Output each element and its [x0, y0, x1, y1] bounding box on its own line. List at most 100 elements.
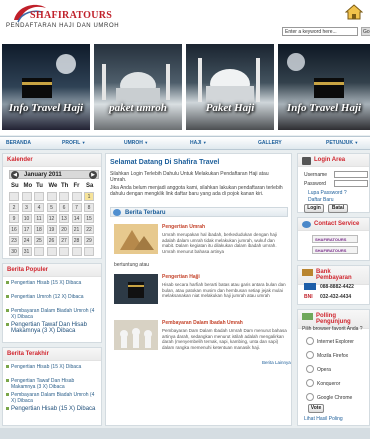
list-item[interactable]: Pengertian Tawaf Dan Hisab Makamnya (3 X… — [6, 322, 97, 334]
home-icon[interactable] — [345, 4, 363, 20]
batal-button[interactable]: Batal — [328, 204, 348, 213]
bullet-icon — [6, 295, 9, 298]
search-button[interactable]: Go — [361, 27, 370, 36]
berita-lainnya-link[interactable]: Berita Lainnya — [262, 360, 292, 366]
contact-icon — [302, 221, 311, 228]
news-text: Hisab secara harfiah berarti batas atau … — [162, 282, 286, 298]
password-field[interactable] — [334, 180, 368, 187]
banner-slide[interactable]: Info Travel Haji — [278, 44, 370, 130]
calendar-day[interactable]: 21 — [71, 225, 82, 234]
calendar-day[interactable]: 22 — [84, 225, 94, 234]
calendar-day[interactable]: 17 — [21, 225, 32, 234]
contact-panel: Contact Service SHAFIRATOURS SHAFIRATOUR… — [297, 217, 370, 261]
news-title[interactable]: Pembayaran Dalam Ibadah Umrah — [162, 320, 243, 326]
logo-name: SHAFIRATOURS — [30, 10, 113, 21]
bank-panel: Bank Pembayaran 088-8882-4422 BNI 032-43… — [297, 265, 370, 305]
list-item[interactable]: Pengertian Hisab (15 X) Dibaca — [6, 280, 97, 286]
next-month-icon[interactable]: ▶ — [89, 171, 97, 179]
list-item[interactable]: Pengertian Umroh (12 X) Dibaca — [6, 294, 97, 300]
ym-status-badge[interactable]: SHAFIRATOURS — [312, 235, 358, 243]
mosque-image — [102, 64, 170, 102]
calendar-day[interactable]: 10 — [21, 214, 32, 223]
calendar-day[interactable]: 14 — [71, 214, 82, 223]
calendar-day[interactable]: 7 — [71, 203, 82, 212]
search-input[interactable]: Enter a keyword here... — [282, 27, 358, 36]
news-image-pyramid[interactable] — [114, 224, 158, 254]
calendar-day[interactable]: 20 — [59, 225, 69, 234]
bank-logo-icon — [304, 283, 316, 290]
calendar-weekday: Th — [61, 183, 69, 189]
chevron-down-icon: ▼ — [354, 140, 359, 145]
calendar-day[interactable]: 18 — [34, 225, 44, 234]
calendar-day[interactable]: 16 — [9, 225, 19, 234]
login-button[interactable]: Login — [304, 204, 324, 213]
calendar-day[interactable]: 31 — [21, 247, 32, 256]
calendar-day[interactable]: 1 — [84, 192, 94, 201]
news-continuation: bertuntung atau — [114, 262, 150, 268]
banner-slide[interactable]: Paket Haji — [186, 44, 274, 130]
calendar-day[interactable]: 13 — [59, 214, 69, 223]
lupa-password-link[interactable]: Lupa Password ? — [308, 190, 347, 196]
calendar-day — [34, 247, 44, 256]
calendar-day[interactable]: 6 — [59, 203, 69, 212]
calendar-day[interactable]: 30 — [9, 247, 19, 256]
calendar-day[interactable]: 29 — [84, 236, 94, 245]
poll-radio[interactable] — [306, 365, 314, 373]
calendar-day[interactable]: 5 — [46, 203, 57, 212]
calendar-day[interactable]: 9 — [9, 214, 19, 223]
banner-slide[interactable]: paket umroh — [94, 44, 182, 130]
hasil-poling-link[interactable]: Lihat Hasil Poling — [304, 416, 343, 422]
calendar-day[interactable]: 3 — [21, 203, 32, 212]
news-title[interactable]: Pengertian Hajji — [162, 274, 200, 280]
page: SHAFIRATOURS PENDAFTARAN HAJI DAN UMROH … — [0, 0, 370, 439]
calendar-day[interactable]: 24 — [21, 236, 32, 245]
nav-item-profil[interactable]: PROFIL ▼ — [62, 140, 86, 146]
calendar-day[interactable]: 23 — [9, 236, 19, 245]
mosque-image — [198, 58, 260, 102]
calendar-day[interactable]: 8 — [84, 203, 94, 212]
news-title[interactable]: Pengertian Umrah — [162, 224, 205, 230]
ym-status-badge[interactable]: SHAFIRATOURS — [312, 246, 358, 254]
berita-header: Berita Terbaru — [110, 207, 288, 217]
prev-month-icon[interactable]: ◀ — [11, 171, 19, 179]
list-item[interactable]: Pembayaran Dalam Biadah Umroh (4 X) Diba… — [6, 308, 97, 320]
list-item[interactable]: Pengertian Hisab (15 X) Dibaca — [6, 406, 97, 412]
username-field[interactable] — [334, 171, 368, 178]
nav-item-beranda[interactable]: BERANDA — [6, 140, 31, 146]
calendar-day[interactable]: 4 — [34, 203, 44, 212]
nav-item-petunjuk[interactable]: PETUNJUK ▼ — [326, 140, 358, 146]
poll-icon — [302, 313, 313, 320]
terakhir-panel: Berita Terakhir Pengertian Hisab (15 X) … — [2, 347, 102, 426]
calendar-weekday: Su — [11, 183, 19, 189]
banner-slide[interactable]: Info Travel Haji — [2, 44, 90, 130]
banner-caption: Info Travel Haji — [286, 102, 362, 114]
calendar-day[interactable]: 12 — [46, 214, 57, 223]
login-panel: Login Area Username Password Lupa Passwo… — [297, 153, 370, 213]
kaaba-image — [287, 53, 344, 98]
news-image-kaaba[interactable] — [114, 274, 158, 304]
calendar-day[interactable]: 19 — [46, 225, 57, 234]
poll-radio[interactable] — [306, 379, 314, 387]
poll-radio[interactable] — [306, 393, 314, 401]
calendar-day[interactable]: 25 — [34, 236, 44, 245]
bank-number: 032-432-4434 — [320, 294, 352, 300]
calendar-day[interactable]: 27 — [59, 236, 69, 245]
calendar-day[interactable]: 26 — [46, 236, 57, 245]
list-item[interactable]: Pembayaran Dalam Biadah Umroh (4 X) Diba… — [6, 392, 97, 404]
calendar-day[interactable]: 15 — [84, 214, 94, 223]
calendar-day[interactable]: 11 — [34, 214, 44, 223]
calendar-weekday: Sa — [86, 183, 94, 189]
poll-radio[interactable] — [306, 337, 314, 345]
daftar-baru-link[interactable]: Daftar Baru — [308, 197, 334, 203]
news-image-pilgrims[interactable] — [114, 320, 158, 350]
list-item[interactable]: Pengertian Tawaf Dan Hisab Makamnya (3 X… — [6, 378, 97, 390]
nav-item-gallery[interactable]: GALLERY — [258, 140, 282, 146]
vote-button[interactable]: Vote — [308, 404, 324, 413]
calendar-day[interactable]: 28 — [71, 236, 82, 245]
nav-item-umroh[interactable]: UMROH ▼ — [124, 140, 148, 146]
chevron-down-icon: ▼ — [202, 140, 207, 145]
list-item[interactable]: Pengertian Hisab (15 X) Dibaca — [6, 364, 97, 370]
calendar-day[interactable]: 2 — [9, 203, 19, 212]
poll-radio[interactable] — [306, 351, 314, 359]
nav-item-haji[interactable]: HAJI ▼ — [190, 140, 207, 146]
